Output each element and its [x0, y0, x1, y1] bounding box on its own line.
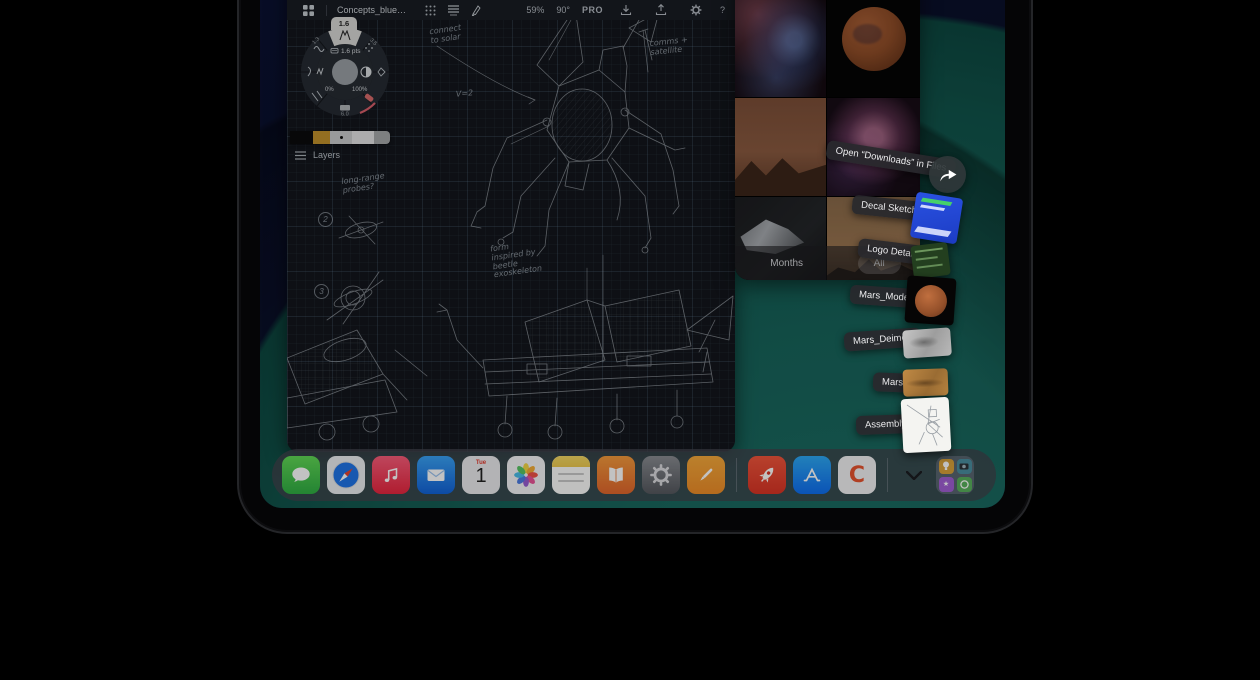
drag-thumb-assembly[interactable]	[901, 397, 952, 453]
share-forward-button[interactable]	[929, 156, 966, 193]
ipad-screen: Concepts_blue… 59% 90°	[260, 0, 1005, 508]
drag-layer: Open “Downloads” in Files Decal Sketches…	[260, 0, 1005, 508]
drag-thumb-mars[interactable]	[903, 368, 949, 397]
background: Concepts_blue… 59% 90°	[0, 0, 1260, 680]
drag-thumb-mars-model[interactable]	[904, 275, 956, 325]
drag-thumb-logo-detail[interactable]	[910, 242, 951, 279]
share-arrow-icon	[938, 166, 958, 183]
drag-thumb-mars-deimos[interactable]	[902, 327, 952, 358]
drag-thumb-decal-sketches[interactable]	[910, 192, 964, 245]
